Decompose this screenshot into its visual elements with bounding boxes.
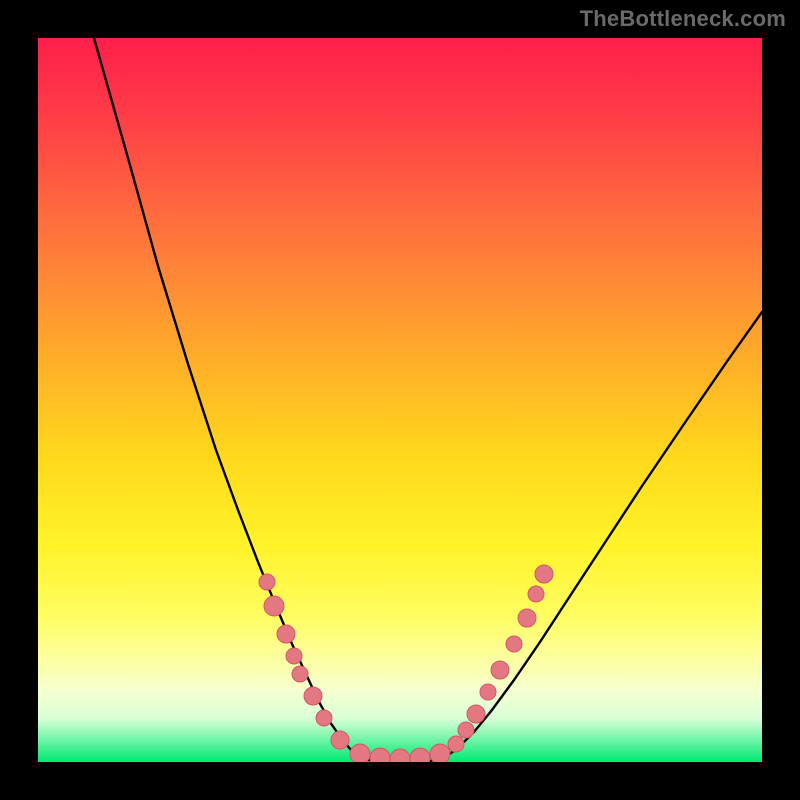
nodule-point xyxy=(480,684,496,700)
nodule-point xyxy=(528,586,544,602)
nodule-point xyxy=(304,687,322,705)
nodule-point xyxy=(390,749,410,762)
nodule-cluster xyxy=(259,565,553,762)
nodule-point xyxy=(286,648,302,664)
nodule-point xyxy=(259,574,275,590)
nodule-point xyxy=(467,705,485,723)
nodule-point xyxy=(331,731,349,749)
curve-path xyxy=(94,38,762,762)
nodule-point xyxy=(506,636,522,652)
nodule-point xyxy=(491,661,509,679)
nodule-point xyxy=(430,744,450,762)
plot-area xyxy=(38,38,762,762)
nodule-point xyxy=(277,625,295,643)
nodule-point xyxy=(316,710,332,726)
bottleneck-curve xyxy=(94,38,762,762)
nodule-point xyxy=(518,609,536,627)
nodule-point xyxy=(410,748,430,762)
chart-svg xyxy=(38,38,762,762)
nodule-point xyxy=(264,596,284,616)
nodule-point xyxy=(448,736,464,752)
nodule-point xyxy=(292,666,308,682)
nodule-point xyxy=(535,565,553,583)
watermark-text: TheBottleneck.com xyxy=(580,6,786,32)
outer-frame: TheBottleneck.com xyxy=(0,0,800,800)
nodule-point xyxy=(458,722,474,738)
nodule-point xyxy=(350,744,370,762)
nodule-point xyxy=(370,748,390,762)
